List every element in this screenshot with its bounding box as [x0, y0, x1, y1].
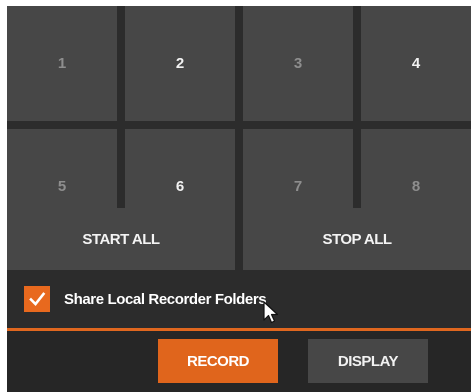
frame-edge-left — [0, 0, 7, 392]
share-folders-option[interactable]: Share Local Recorder Folders — [24, 283, 267, 315]
recorder-button-2[interactable]: 2 — [125, 6, 235, 121]
stop-all-button[interactable]: STOP ALL — [243, 208, 471, 270]
recorder-button-label: 7 — [293, 178, 303, 195]
recorder-button-1[interactable]: 1 — [7, 6, 117, 121]
tab-display[interactable]: DISPLAY — [308, 339, 428, 383]
frame-edge-top — [0, 0, 471, 6]
recorder-button-label: 4 — [411, 55, 421, 72]
recorder-button-label: 8 — [411, 178, 421, 195]
share-folders-checkbox[interactable] — [24, 286, 50, 312]
start-all-label: START ALL — [82, 230, 160, 248]
mouse-cursor-icon — [263, 301, 279, 324]
recorder-button-label: 5 — [57, 178, 67, 195]
recorder-button-label: 2 — [175, 55, 185, 72]
recorder-panel: 1 2 3 4 5 6 7 8 START ALL STOP ALL Share… — [0, 0, 471, 392]
stop-all-label: STOP ALL — [322, 230, 392, 248]
checkmark-icon — [29, 292, 46, 306]
recorder-button-4[interactable]: 4 — [361, 6, 471, 121]
share-folders-label: Share Local Recorder Folders — [64, 290, 267, 308]
start-all-button[interactable]: START ALL — [7, 208, 235, 270]
recorder-button-3[interactable]: 3 — [243, 6, 353, 121]
recorder-button-label: 1 — [57, 55, 67, 72]
tab-record[interactable]: RECORD — [158, 339, 278, 383]
tab-display-label: DISPLAY — [337, 352, 399, 370]
recorder-button-label: 6 — [175, 178, 185, 195]
recorder-button-label: 3 — [293, 55, 303, 72]
tab-record-label: RECORD — [186, 352, 250, 370]
